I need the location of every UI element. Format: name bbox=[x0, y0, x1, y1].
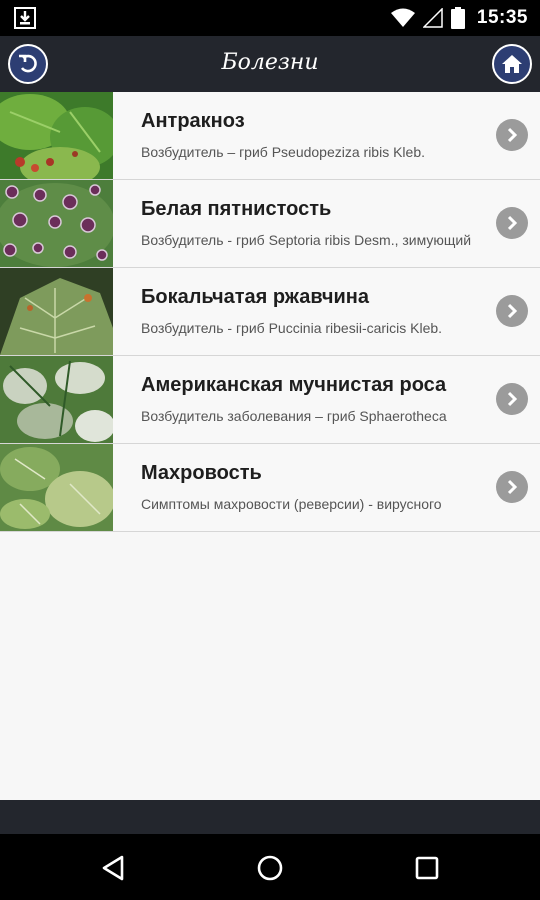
list-item[interactable]: Американская мучнистая роса Возбудитель … bbox=[0, 356, 540, 444]
item-description: Возбудитель - гриб Puccinia ribesii-cari… bbox=[141, 320, 443, 336]
bottom-strip bbox=[0, 800, 540, 834]
thumbnail-image bbox=[0, 180, 113, 267]
page-title: Болезни bbox=[221, 50, 319, 75]
download-icon bbox=[14, 7, 36, 29]
item-title: Американская мучнистая роса bbox=[141, 374, 447, 396]
item-description: Возбудитель заболевания – гриб Sphaeroth… bbox=[141, 408, 447, 424]
nav-home-icon bbox=[257, 855, 283, 881]
item-description: Возбудитель - гриб Septoria ribis Desm.,… bbox=[141, 232, 472, 248]
chevron-right-icon[interactable] bbox=[496, 207, 528, 239]
signal-icon bbox=[422, 8, 443, 28]
nav-back-button[interactable] bbox=[93, 848, 133, 888]
thumbnail-image bbox=[0, 356, 113, 443]
item-title: Махровость bbox=[141, 462, 262, 484]
item-title: Бокальчатая ржавчина bbox=[141, 286, 369, 308]
item-description: Симптомы махровости (реверсии) - вирусно… bbox=[141, 496, 442, 512]
home-button[interactable] bbox=[492, 44, 532, 84]
navigation-bar bbox=[0, 834, 540, 900]
list-item[interactable]: Антракноз Возбудитель – гриб Pseudopeziz… bbox=[0, 92, 540, 180]
home-icon bbox=[502, 55, 522, 73]
nav-recents-icon bbox=[415, 856, 439, 880]
battery-icon bbox=[450, 7, 465, 29]
thumbnail-image bbox=[0, 92, 113, 179]
status-bar: 15:35 bbox=[0, 0, 540, 36]
nav-home-button[interactable] bbox=[250, 848, 290, 888]
chevron-right-icon[interactable] bbox=[496, 471, 528, 503]
app-bar: Болезни bbox=[0, 36, 540, 92]
chevron-right-icon[interactable] bbox=[496, 295, 528, 327]
chevron-right-icon[interactable] bbox=[496, 383, 528, 415]
item-title: Белая пятнистость bbox=[141, 198, 332, 220]
nav-back-icon bbox=[102, 855, 124, 881]
wifi-icon bbox=[390, 8, 415, 27]
nav-recents-button[interactable] bbox=[407, 848, 447, 888]
status-time: 15:35 bbox=[476, 7, 528, 28]
list-item[interactable]: Махровость Симптомы махровости (реверсии… bbox=[0, 444, 540, 532]
list-item[interactable]: Белая пятнистость Возбудитель - гриб Sep… bbox=[0, 180, 540, 268]
item-title: Антракноз bbox=[141, 110, 245, 132]
list-item[interactable]: Бокальчатая ржавчина Возбудитель - гриб … bbox=[0, 268, 540, 356]
item-description: Возбудитель – гриб Pseudopeziza ribis Kl… bbox=[141, 144, 425, 160]
thumbnail-image bbox=[0, 268, 113, 355]
chevron-right-icon[interactable] bbox=[496, 119, 528, 151]
thumbnail-image bbox=[0, 444, 113, 531]
disease-list: Антракноз Возбудитель – гриб Pseudopeziz… bbox=[0, 92, 540, 800]
